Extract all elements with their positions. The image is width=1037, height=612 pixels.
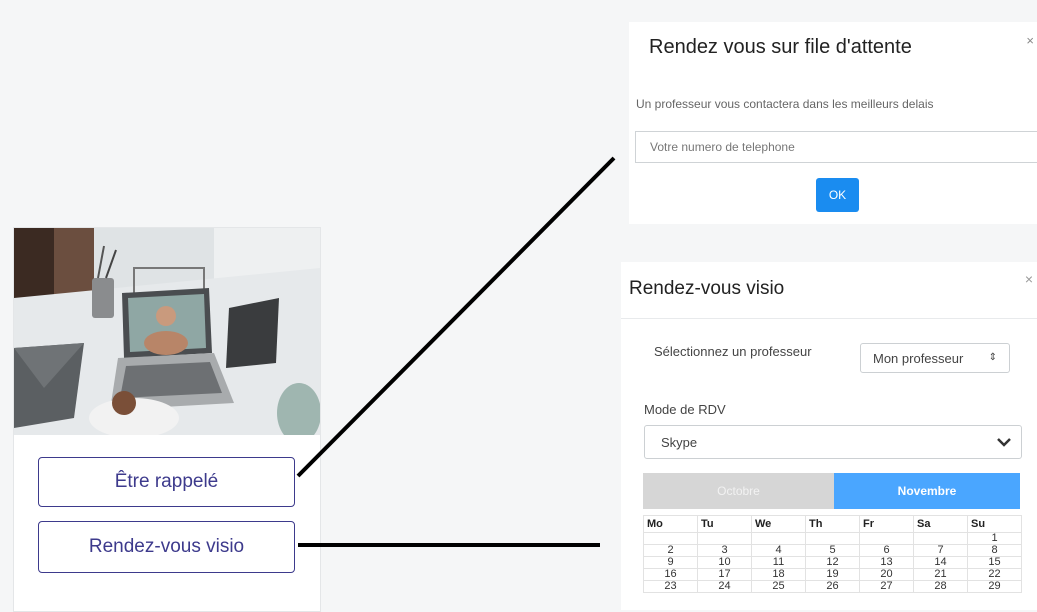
callback-button[interactable]: Être rappelé: [38, 457, 295, 507]
calendar-week: 2 3 4 5 6 7 8: [643, 544, 1022, 557]
calendar-grid: Mo Tu We Th Fr Sa Su 1 2 3 4 5 6 7 8 9 1…: [643, 515, 1022, 593]
calendar-day[interactable]: 2: [643, 544, 698, 557]
calendar-day[interactable]: 27: [859, 580, 914, 593]
calendar-day[interactable]: 24: [697, 580, 752, 593]
calendar-day[interactable]: [697, 532, 752, 545]
calendar-day[interactable]: 17: [697, 568, 752, 581]
teacher-select[interactable]: Mon professeur ⇕: [860, 343, 1010, 373]
appointment-card: Être rappelé Rendez-vous visio: [13, 227, 321, 612]
calendar-day[interactable]: 19: [805, 568, 860, 581]
select-arrows-icon: ⇕: [988, 352, 997, 363]
teacher-label: Sélectionnez un professeur: [654, 344, 812, 359]
mode-label: Mode de RDV: [644, 402, 726, 417]
mode-select[interactable]: Skype: [644, 425, 1022, 459]
calendar-day[interactable]: 5: [805, 544, 860, 557]
laptop-video-call-photo: [14, 228, 320, 435]
calendar-day[interactable]: 22: [967, 568, 1022, 581]
calendar-day[interactable]: 1: [967, 532, 1022, 545]
modal-title: Rendez-vous visio: [629, 278, 785, 299]
connector-line-callback: [296, 156, 616, 478]
calendar-day[interactable]: [913, 532, 968, 545]
queue-modal: Rendez vous sur file d'attente × Un prof…: [629, 22, 1037, 224]
calendar-day[interactable]: [643, 532, 698, 545]
calendar-day[interactable]: 23: [643, 580, 698, 593]
calendar-day[interactable]: 15: [967, 556, 1022, 569]
calendar-week: 9 10 11 12 13 14 15: [643, 556, 1022, 569]
calendar-day[interactable]: 13: [859, 556, 914, 569]
close-icon[interactable]: ×: [1026, 33, 1034, 48]
calendar-day[interactable]: 6: [859, 544, 914, 557]
modal-description: Un professeur vous contactera dans les m…: [636, 97, 934, 111]
visio-button[interactable]: Rendez-vous visio: [38, 521, 295, 573]
calendar-day[interactable]: 10: [697, 556, 752, 569]
calendar-day[interactable]: 18: [751, 568, 806, 581]
weekday-header: Sa: [913, 515, 968, 533]
calendar-day[interactable]: 21: [913, 568, 968, 581]
modal-title: Rendez vous sur file d'attente: [649, 36, 912, 58]
calendar-day[interactable]: 16: [643, 568, 698, 581]
weekday-header: Mo: [643, 515, 698, 533]
calendar-day[interactable]: 29: [967, 580, 1022, 593]
calendar-day[interactable]: 20: [859, 568, 914, 581]
calendar-day[interactable]: [859, 532, 914, 545]
calendar-day[interactable]: 8: [967, 544, 1022, 557]
calendar-day[interactable]: 9: [643, 556, 698, 569]
visio-modal: Rendez-vous visio × Sélectionnez un prof…: [621, 262, 1037, 610]
calendar-day[interactable]: 25: [751, 580, 806, 593]
weekday-header: Tu: [697, 515, 752, 533]
modal-header: Rendez-vous visio ×: [621, 262, 1037, 319]
weekday-header: Fr: [859, 515, 914, 533]
weekday-header: Th: [805, 515, 860, 533]
tab-octobre[interactable]: Octobre: [643, 473, 834, 509]
close-icon[interactable]: ×: [1025, 271, 1033, 287]
calendar-day[interactable]: 12: [805, 556, 860, 569]
calendar-day[interactable]: 14: [913, 556, 968, 569]
calendar-week: 16 17 18 19 20 21 22: [643, 568, 1022, 581]
calendar-day[interactable]: 28: [913, 580, 968, 593]
calendar-day[interactable]: 7: [913, 544, 968, 557]
calendar-week: 23 24 25 26 27 28 29: [643, 580, 1022, 593]
calendar-day[interactable]: [805, 532, 860, 545]
month-tabs: Octobre Novembre: [643, 473, 1020, 509]
calendar-day[interactable]: [751, 532, 806, 545]
calendar-week: 1: [643, 532, 1022, 545]
ok-button[interactable]: OK: [816, 178, 859, 212]
calendar-day[interactable]: 3: [697, 544, 752, 557]
teacher-select-value: Mon professeur: [873, 350, 964, 366]
weekday-row: Mo Tu We Th Fr Sa Su: [643, 515, 1022, 533]
tab-novembre[interactable]: Novembre: [834, 473, 1020, 509]
weekday-header: We: [751, 515, 806, 533]
calendar-day[interactable]: 26: [805, 580, 860, 593]
weekday-header: Su: [967, 515, 1022, 533]
chevron-down-icon: [997, 438, 1011, 447]
calendar-day[interactable]: 11: [751, 556, 806, 569]
calendar-day[interactable]: 4: [751, 544, 806, 557]
mode-select-value: Skype: [661, 434, 698, 450]
phone-input[interactable]: [635, 131, 1037, 163]
